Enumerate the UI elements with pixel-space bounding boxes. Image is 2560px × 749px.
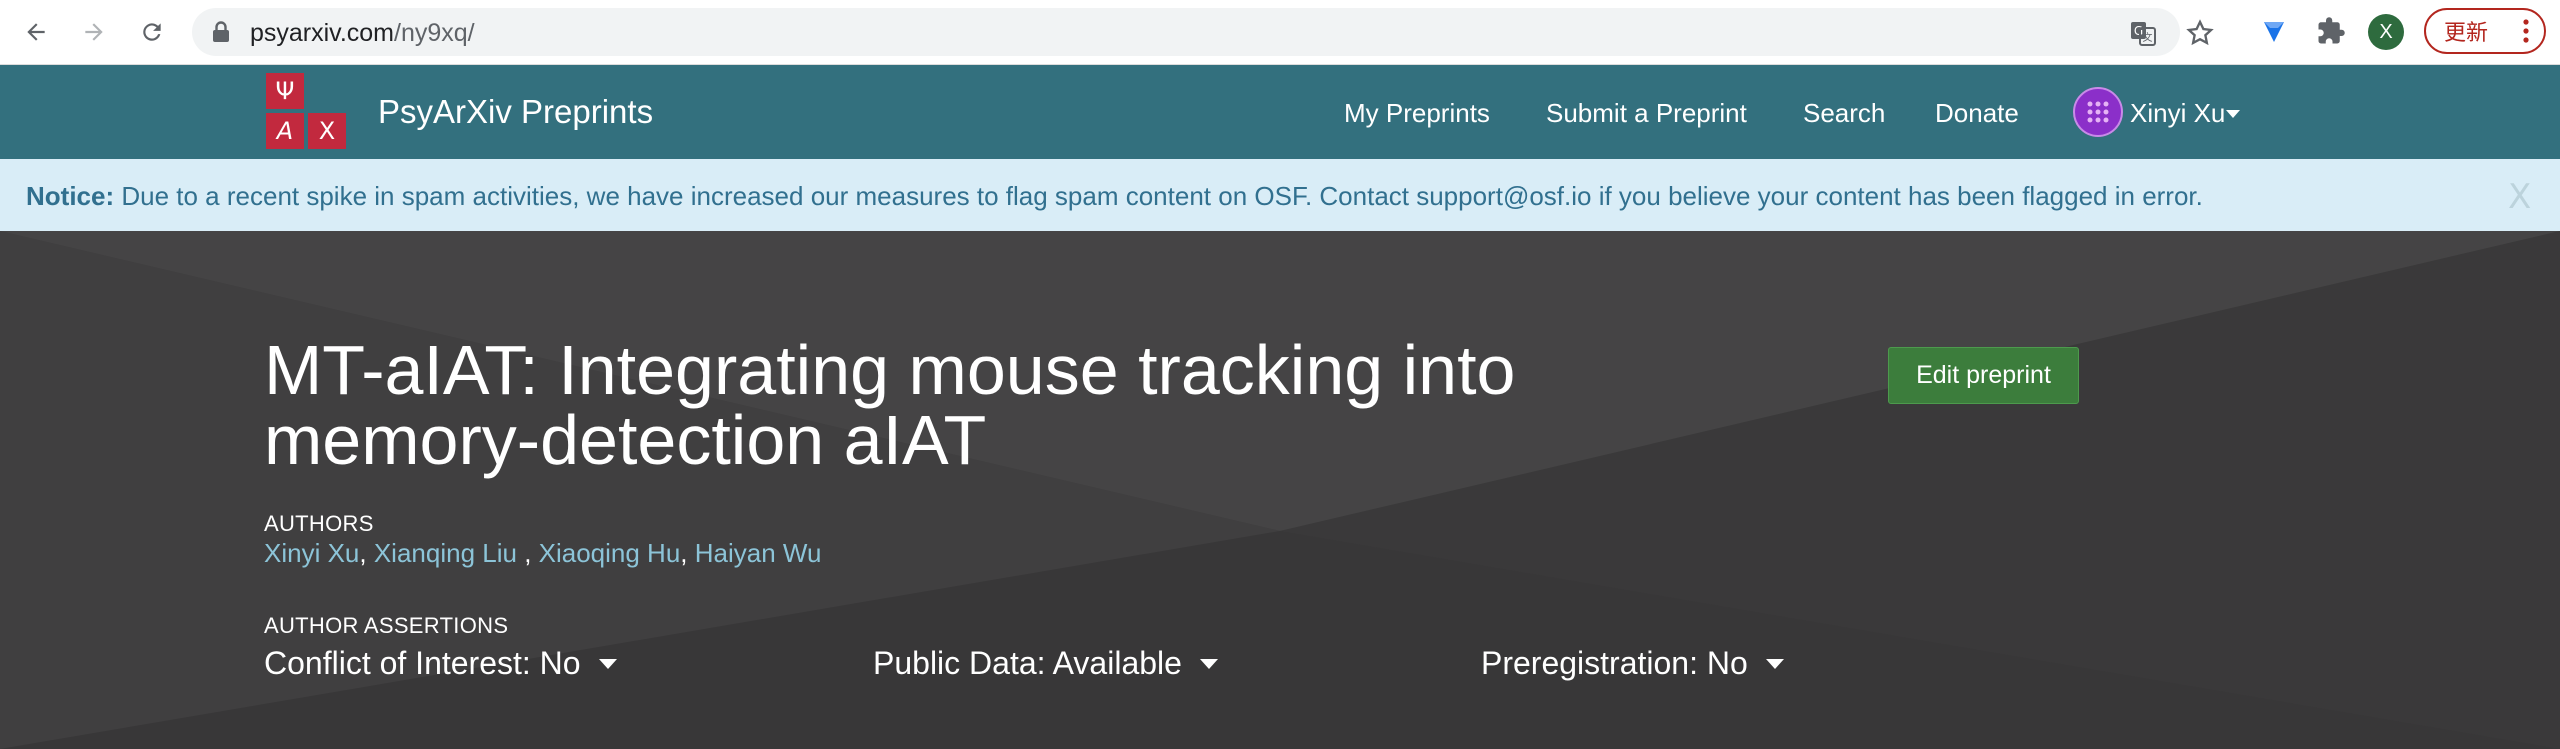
dropdown-caret-icon — [1199, 658, 1218, 669]
forward-button[interactable] — [78, 16, 110, 48]
public-data-label: Public Data: Available — [873, 645, 1182, 681]
nav-search[interactable]: Search — [1803, 98, 1885, 129]
preprint-title: MT-aIAT: Integrating mouse tracking into… — [264, 331, 1516, 479]
bookmark-star-icon[interactable] — [2186, 19, 2214, 47]
reload-button[interactable] — [136, 16, 168, 48]
avatar-pattern-icon — [2087, 101, 2109, 123]
address-bar[interactable]: psyarxiv.com/ny9xq/ G文 — [192, 8, 2214, 56]
edit-preprint-button[interactable]: Edit preprint — [1888, 347, 2079, 404]
preprint-header: MT-aIAT: Integrating mouse tracking into… — [0, 231, 2560, 749]
author-link[interactable]: Xinyi Xu — [264, 538, 359, 568]
user-avatar[interactable] — [2073, 87, 2123, 137]
site-navbar: Ψ A X PsyArXiv Preprints My Preprints Su… — [0, 65, 2560, 159]
author-link[interactable]: Xiaoqing Hu — [539, 538, 681, 568]
nav-donate[interactable]: Donate — [1935, 98, 2019, 129]
nav-my-preprints[interactable]: My Preprints — [1344, 98, 1490, 129]
user-caret-icon[interactable] — [2226, 110, 2240, 118]
forward-arrow-icon — [85, 23, 103, 41]
authors-list: Xinyi Xu, Xianqing Liu , Xiaoqing Hu, Ha… — [264, 538, 822, 568]
back-button[interactable] — [20, 16, 52, 48]
brand-name[interactable]: PsyArXiv Preprints — [378, 93, 653, 131]
translate-icon[interactable]: G文 — [2128, 18, 2158, 48]
author-link[interactable]: Haiyan Wu — [695, 538, 822, 568]
spam-notice-banner: Notice: Due to a recent spike in spam ac… — [0, 159, 2560, 231]
dropdown-caret-icon — [1765, 658, 1784, 669]
browser-toolbar: psyarxiv.com/ny9xq/ G文 X 更新 — [0, 0, 2560, 65]
more-menu-icon — [2523, 19, 2529, 43]
diamond-extension-icon[interactable] — [2259, 16, 2289, 46]
nav-submit-preprint[interactable]: Submit a Preprint — [1546, 98, 1747, 129]
lock-icon — [213, 21, 229, 42]
preregistration-dropdown[interactable]: Preregistration: No — [1481, 645, 1784, 682]
svg-text:文: 文 — [2143, 31, 2153, 44]
extensions-puzzle-icon[interactable] — [2316, 16, 2346, 46]
dropdown-caret-icon — [598, 658, 617, 669]
psyarxiv-logo[interactable]: Ψ A X — [266, 73, 350, 153]
public-data-dropdown[interactable]: Public Data: Available — [873, 645, 1218, 682]
user-menu[interactable]: Xinyi Xu — [2130, 98, 2225, 129]
conflict-of-interest-label: Conflict of Interest: No — [264, 645, 581, 681]
profile-avatar[interactable]: X — [2368, 14, 2404, 50]
author-assertions-label: AUTHOR ASSERTIONS — [264, 613, 509, 638]
update-label: 更新 — [2444, 21, 2489, 46]
url-text: psyarxiv.com/ny9xq/ — [250, 19, 475, 47]
update-button[interactable]: 更新 — [2424, 8, 2546, 54]
notice-label: Notice: — [26, 181, 115, 211]
logo-a: A — [266, 113, 304, 149]
conflict-of-interest-dropdown[interactable]: Conflict of Interest: No — [264, 645, 617, 682]
logo-x: X — [308, 113, 346, 149]
notice-close-button[interactable]: X — [2508, 177, 2531, 217]
preregistration-label: Preregistration: No — [1481, 645, 1748, 681]
author-link[interactable]: Xianqing Liu — [374, 538, 517, 568]
back-arrow-icon — [27, 23, 45, 41]
notice-text: Notice: Due to a recent spike in spam ac… — [26, 181, 2203, 212]
notice-message: Due to a recent spike in spam activities… — [114, 181, 2203, 211]
reload-icon — [143, 23, 161, 41]
logo-psi: Ψ — [266, 73, 304, 109]
authors-label: AUTHORS — [264, 511, 374, 536]
